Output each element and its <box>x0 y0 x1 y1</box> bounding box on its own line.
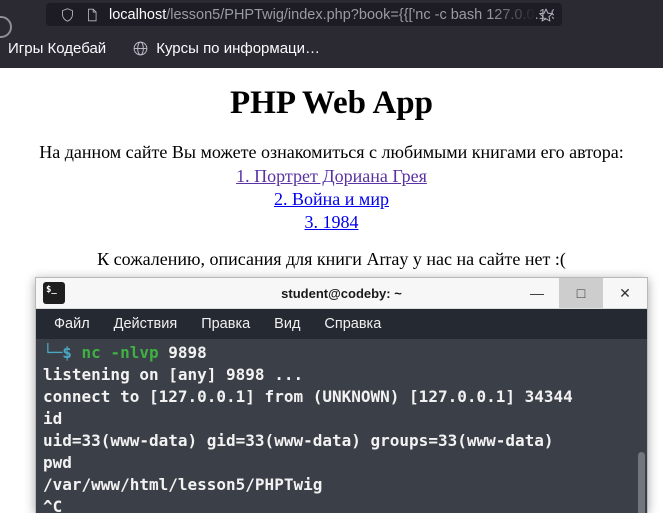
book-list: 1. Портрет Дориана Грея 2. Война и мир 3… <box>0 165 663 234</box>
terminal-line: listening on [any] 9898 ... <box>43 365 304 384</box>
url-text[interactable]: localhost/lesson5/PHPTwig/index.php?book… <box>109 7 554 23</box>
browser-chrome: localhost/lesson5/PHPTwig/index.php?book… <box>0 0 663 68</box>
globe-icon <box>133 41 148 55</box>
terminal-titlebar[interactable]: $_ student@codeby: ~ — □ ✕ <box>36 278 647 309</box>
terminal-app-icon: $_ <box>43 282 65 304</box>
minimize-icon[interactable]: — <box>515 278 559 308</box>
command-text: nc -nlvp <box>81 343 159 362</box>
shield-icon[interactable] <box>60 7 75 23</box>
menu-edit[interactable]: Правка <box>191 313 260 335</box>
terminal-line: id <box>43 409 63 428</box>
close-icon[interactable]: ✕ <box>603 278 647 308</box>
terminal-line: └─$ nc -nlvp 9898 <box>43 342 647 364</box>
window-controls: — □ ✕ <box>515 278 647 308</box>
url-domain: localhost <box>109 6 167 23</box>
terminal-menubar: Файл Действия Правка Вид Справка <box>36 309 647 339</box>
terminal-line: connect to [127.0.0.1] from (UNKNOWN) [1… <box>43 387 573 406</box>
terminal-line: ^C <box>43 497 63 513</box>
terminal-output[interactable]: └─$ nc -nlvp 9898 listening on [any] 989… <box>36 339 647 513</box>
menu-view[interactable]: Вид <box>264 313 310 335</box>
browser-toolbar: localhost/lesson5/PHPTwig/index.php?book… <box>0 0 663 38</box>
menu-actions[interactable]: Действия <box>104 313 188 335</box>
not-found-text: К сожалению, описания для книги Array у … <box>97 249 566 269</box>
intro-text: На данном сайте Вы можете ознакомиться с… <box>39 142 624 162</box>
command-arg: 9898 <box>158 343 207 362</box>
terminal-window: $_ student@codeby: ~ — □ ✕ Файл Действия… <box>35 277 648 513</box>
terminal-line: pwd <box>43 453 72 472</box>
menu-help[interactable]: Справка <box>314 313 391 335</box>
url-path: /lesson5/PHPTwig/index.php?book={{['nc -… <box>166 6 554 23</box>
url-bar[interactable]: localhost/lesson5/PHPTwig/index.php?book… <box>46 3 562 26</box>
page-title: PHP Web App <box>230 85 433 121</box>
shell-prompt: └─$ <box>43 343 82 362</box>
bookmark-label: Игры Кодебай <box>8 39 107 57</box>
book-link-war-and-peace[interactable]: 2. Война и мир <box>0 188 663 211</box>
terminal-line: /var/www/html/lesson5/PHPTwig <box>43 475 323 494</box>
page-icon[interactable] <box>85 7 99 23</box>
book-link-1984[interactable]: 3. 1984 <box>0 211 663 234</box>
bookmark-item-courses[interactable]: Курсы по информаци… <box>132 40 320 57</box>
bookmark-label: Курсы по информаци… <box>156 39 321 57</box>
bookmarks-bar: Игры Кодебай Курсы по информаци… <box>0 28 663 68</box>
terminal-scrollbar[interactable] <box>638 452 645 513</box>
maximize-icon[interactable]: □ <box>559 278 603 308</box>
terminal-line: uid=33(www-data) gid=33(www-data) groups… <box>43 431 554 450</box>
menu-file[interactable]: Файл <box>44 313 100 335</box>
book-link-dorian-gray[interactable]: 1. Портрет Дориана Грея <box>0 165 663 188</box>
bookmark-star-icon[interactable] <box>538 7 554 23</box>
bookmark-item-games[interactable]: Игры Кодебай <box>8 40 106 57</box>
